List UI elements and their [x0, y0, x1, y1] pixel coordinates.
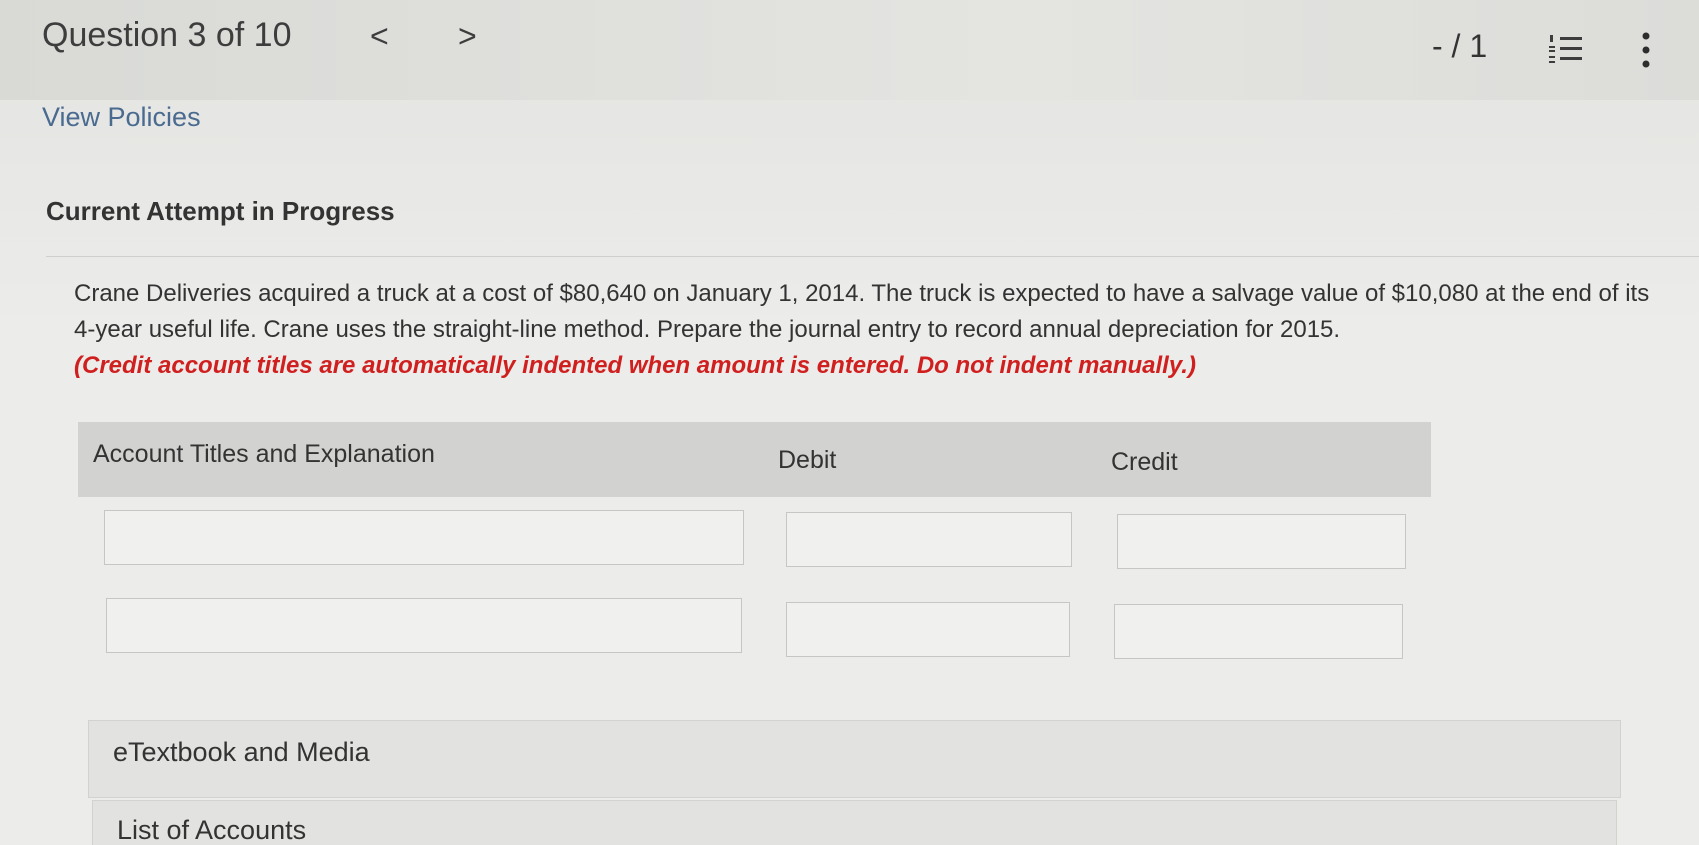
column-header-debit: Debit: [778, 446, 837, 474]
list-of-accounts-label: List of Accounts: [117, 815, 307, 845]
credit-input-row-1[interactable]: [1117, 514, 1406, 569]
column-header-credit: Credit: [1111, 448, 1178, 476]
question-prompt: Crane Deliveries acquired a truck at a c…: [74, 276, 1664, 384]
page: Question 3 of 10 < > - / 1 View Policies…: [0, 0, 1699, 845]
etextbook-media-panel[interactable]: eTextbook and Media: [88, 720, 1621, 798]
divider: [46, 256, 1699, 257]
account-title-input-row-1[interactable]: [104, 510, 744, 565]
debit-input-row-2[interactable]: [786, 602, 1070, 657]
next-question-button[interactable]: >: [458, 18, 477, 55]
question-title: Question 3 of 10: [42, 16, 292, 54]
score-display: - / 1: [1432, 28, 1488, 64]
column-header-account: Account Titles and Explanation: [93, 440, 435, 468]
indent-note: (Credit account titles are automatically…: [74, 352, 1196, 379]
question-text: Crane Deliveries acquired a truck at a c…: [74, 280, 1650, 343]
view-policies-link[interactable]: View Policies: [42, 102, 201, 133]
attempt-status: Current Attempt in Progress: [46, 196, 395, 226]
account-title-input-row-2[interactable]: [106, 598, 742, 653]
list-of-accounts-panel[interactable]: List of Accounts: [92, 800, 1617, 845]
etextbook-media-label: eTextbook and Media: [113, 737, 370, 767]
numbered-list-icon[interactable]: [1548, 34, 1582, 64]
previous-question-button[interactable]: <: [370, 18, 389, 55]
credit-input-row-2[interactable]: [1114, 604, 1403, 659]
debit-input-row-1[interactable]: [786, 512, 1072, 567]
vertical-ellipsis-icon[interactable]: [1640, 30, 1652, 70]
